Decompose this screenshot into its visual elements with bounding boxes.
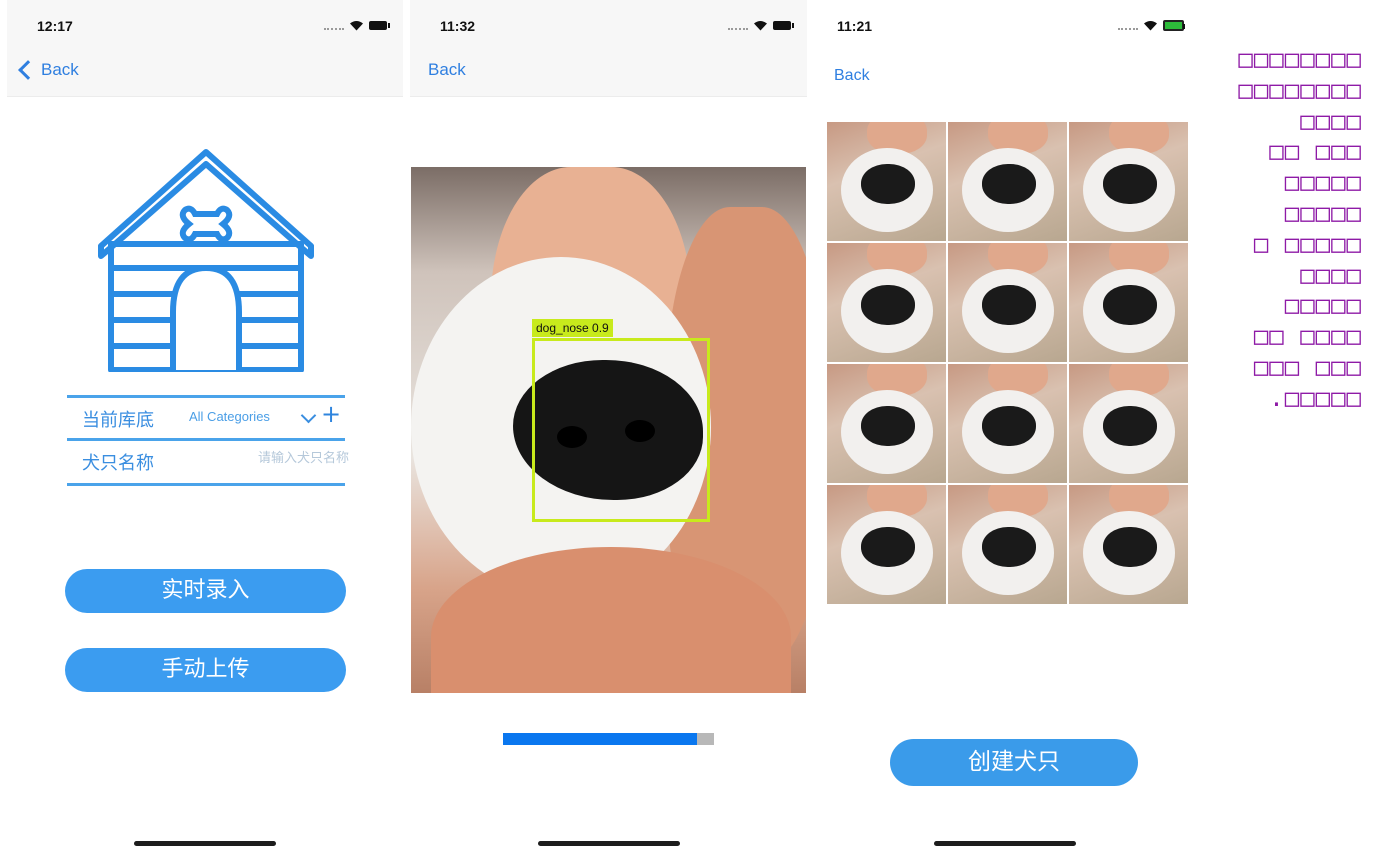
create-dog-screen: 11:21 Back 创建犬只 [827, 0, 1200, 850]
status-time: 11:32 [440, 18, 476, 34]
library-label: 当前库底 [82, 410, 154, 431]
home-indicator [134, 841, 276, 846]
back-button[interactable]: Back [834, 67, 870, 85]
nose-thumbnail[interactable] [827, 485, 946, 604]
thumb-nose [1103, 285, 1157, 325]
chevron-left-icon [18, 60, 38, 80]
caption-text: □□□□□□□□ □□□□□□□□ □□□□ □□ □□□ □□□□□ □□□□… [1238, 45, 1362, 412]
camera-photo: dog_nose 0.9 [411, 167, 806, 693]
library-select[interactable]: All Categories [189, 409, 270, 424]
thumb-nose [1103, 527, 1157, 567]
battery-icon [1163, 20, 1185, 31]
create-dog-button[interactable]: 创建犬只 [890, 739, 1138, 786]
wifi-icon [1144, 21, 1157, 31]
nav-bar: Back [827, 50, 1200, 96]
thumb-nose [982, 285, 1036, 325]
chevron-down-icon[interactable] [300, 407, 317, 424]
plus-icon[interactable]: + [321, 400, 341, 428]
system-icons [1118, 20, 1185, 31]
register-dog-screen: 12:17 Back 当前库底 All Categories + 犬只名称 请输… [7, 0, 403, 850]
detection-box [532, 338, 710, 522]
nose-detection-screen: 11:32 Back dog_nose 0.9 [410, 0, 807, 850]
name-label: 犬只名称 [82, 453, 154, 474]
bone-icon [179, 205, 233, 243]
battery-icon [369, 21, 390, 30]
status-bar: 11:32 [410, 0, 807, 50]
live-entry-button[interactable]: 实时录入 [65, 569, 346, 613]
nose-thumbnail[interactable] [827, 243, 946, 362]
battery-icon [773, 21, 794, 30]
nose-thumbnail[interactable] [948, 122, 1067, 241]
status-bar: 11:21 [827, 0, 1200, 50]
status-bar: 12:17 [7, 0, 403, 50]
system-icons [324, 20, 390, 31]
thumb-nose [861, 285, 915, 325]
wifi-icon [350, 21, 363, 31]
nose-thumbnail[interactable] [1069, 364, 1188, 483]
thumb-nose [1103, 406, 1157, 446]
nav-bar: Back [410, 50, 807, 97]
home-indicator [538, 841, 680, 846]
upload-progress-bar [503, 733, 714, 745]
back-label: Back [428, 60, 466, 79]
thumb-nose [982, 164, 1036, 204]
nose-thumbnail-grid [827, 122, 1189, 604]
status-time: 11:21 [837, 18, 873, 34]
signal-icon [1118, 26, 1138, 30]
back-label: Back [834, 67, 870, 84]
back-button[interactable]: Back [428, 60, 466, 80]
nose-thumbnail[interactable] [948, 485, 1067, 604]
home-indicator [934, 841, 1076, 846]
back-button[interactable]: Back [15, 60, 79, 80]
nose-thumbnail[interactable] [1069, 243, 1188, 362]
thumb-nose [861, 164, 915, 204]
system-icons [728, 20, 794, 31]
detection-label: dog_nose 0.9 [532, 319, 613, 337]
nav-bar: Back [7, 50, 403, 97]
progress-fill [503, 733, 698, 745]
nose-thumbnail[interactable] [948, 243, 1067, 362]
manual-upload-button[interactable]: 手动上传 [65, 648, 346, 692]
thumb-nose [982, 527, 1036, 567]
doghouse-icon [98, 149, 314, 372]
status-time: 12:17 [37, 18, 73, 34]
back-label: Back [41, 60, 79, 79]
nose-thumbnail[interactable] [1069, 485, 1188, 604]
library-row[interactable]: 当前库底 All Categories + [67, 395, 345, 440]
thumb-nose [861, 527, 915, 567]
nose-thumbnail[interactable] [827, 122, 946, 241]
thumb-nose [982, 406, 1036, 446]
name-row: 犬只名称 [67, 438, 351, 486]
thumb-nose [1103, 164, 1157, 204]
signal-icon [324, 26, 344, 30]
signal-icon [728, 26, 748, 30]
nose-thumbnail[interactable] [948, 364, 1067, 483]
dog-name-input[interactable] [215, 450, 351, 467]
nose-thumbnail[interactable] [1069, 122, 1188, 241]
wifi-icon [754, 21, 767, 31]
thumb-nose [861, 406, 915, 446]
nose-thumbnail[interactable] [827, 364, 946, 483]
